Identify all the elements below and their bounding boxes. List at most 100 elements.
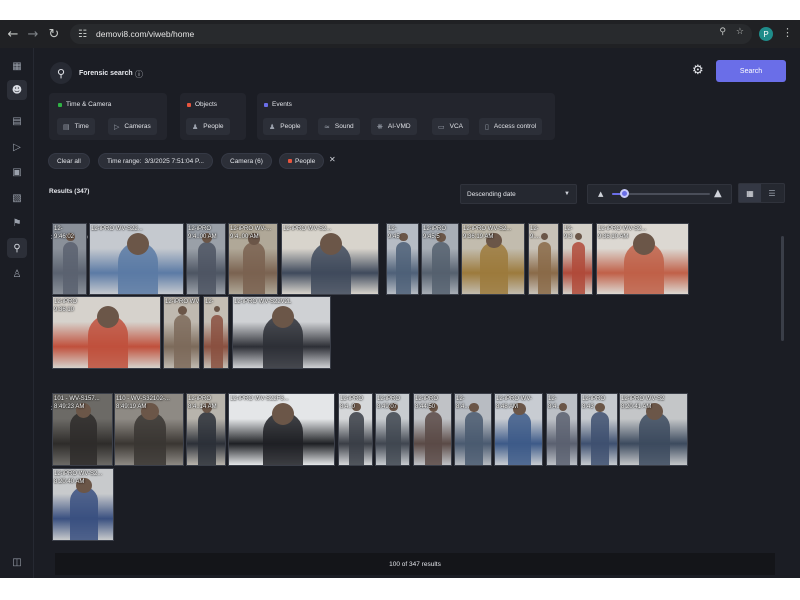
- result-thumbnail[interactable]: 12-iPRO WV-S2... 9:36:19 AM: [461, 223, 525, 295]
- camera-icon[interactable]: ▷: [7, 137, 27, 157]
- map-icon[interactable]: ▧: [7, 188, 27, 208]
- site-settings-icon[interactable]: ☷: [78, 29, 92, 40]
- thumbnail-size-control: ▲ ▲: [587, 184, 732, 204]
- result-thumbnail[interactable]: 12-iPRO WV-... 9:4..00 AM: [228, 223, 278, 295]
- scrollbar[interactable]: [781, 236, 784, 341]
- result-thumbnail[interactable]: 12-iPRO 8:44:50: [413, 393, 452, 466]
- result-thumbnail[interactable]: 12-iPRO WV-S2...: [281, 223, 379, 295]
- people-pill[interactable]: People: [279, 153, 325, 169]
- thumbnail-label: 12-iPRO 8:4..0: [340, 396, 364, 410]
- results-footer: 100 of 347 results: [55, 553, 775, 575]
- people-icon: ♟: [192, 122, 199, 131]
- person-figure: [508, 412, 531, 465]
- person-head: [574, 232, 583, 241]
- result-thumbnail[interactable]: 12- 9:46:02: [52, 223, 87, 295]
- person-figure: [62, 242, 79, 294]
- result-thumbnail[interactable]: 12- 8:4...: [454, 393, 492, 466]
- result-thumbnail[interactable]: 12-iPRO 9:45:5: [421, 223, 459, 295]
- person-figure: [198, 412, 216, 465]
- person-figure: [70, 487, 98, 540]
- person-head: [177, 305, 188, 315]
- thumbnail-label: 12-iPRO 8:44:50: [415, 396, 439, 410]
- result-thumbnail[interactable]: 12-iPRO WV- 8:48 AM: [494, 393, 543, 466]
- person-head: [96, 305, 119, 328]
- result-thumbnail[interactable]: 12-iPRO WV-S22...: [163, 296, 200, 369]
- forensic-search-panel: ⚲ Forensic search ⓘ ⚙ Search Time & Came…: [35, 48, 800, 578]
- walk-icon[interactable]: ♙: [7, 264, 27, 284]
- thumbnail-label: 12-iPRO 9:45:5: [423, 226, 447, 240]
- result-thumbnail[interactable]: 12-iPRO 8:4..0: [338, 393, 373, 466]
- search-icon[interactable]: ⚲: [50, 62, 72, 84]
- close-icon[interactable]: ✕: [329, 155, 336, 164]
- address-bar[interactable]: ☷ demovi8.com/viweb/home ⚲ ☆: [70, 24, 752, 44]
- star-icon[interactable]: ☆: [736, 27, 744, 37]
- search-button[interactable]: Search: [716, 60, 786, 82]
- thumbnail-label: 12-iPRO WV-S2 8:20:41 AM: [621, 396, 665, 410]
- info-icon[interactable]: ⓘ: [135, 69, 143, 80]
- camera-icon: ▷: [114, 122, 120, 131]
- reload-icon[interactable]: ↻: [43, 23, 65, 45]
- result-thumbnail[interactable]: 12-iPRO WV-S22...: [89, 223, 184, 295]
- person-figure: [571, 242, 586, 294]
- time-chip[interactable]: ▤ Time: [57, 118, 95, 135]
- result-thumbnail[interactable]: 12-iPRO 8:43: [580, 393, 618, 466]
- result-thumbnail[interactable]: 12-iPRO 9:4..00 AM: [186, 223, 226, 295]
- result-thumbnail[interactable]: 12-: [203, 296, 229, 369]
- list-view-icon[interactable]: ☰: [761, 184, 783, 202]
- result-thumbnail[interactable]: 12-iPRO 9:36:10: [52, 296, 161, 369]
- result-thumbnail[interactable]: 12-iPRO WV-S2... 8:20:40 AM: [52, 468, 114, 541]
- access-control-chip[interactable]: ▯ Access control: [479, 118, 543, 135]
- result-thumbnail[interactable]: 12-iPRO WV-S2... 9:36:10 AM: [596, 223, 689, 295]
- result-thumbnail[interactable]: 12- 8:4..: [546, 393, 578, 466]
- result-thumbnail[interactable]: 12-iPRO WV-S22F3...: [228, 393, 335, 466]
- search-icon[interactable]: ⚲: [7, 238, 27, 258]
- result-thumbnail[interactable]: 12-iPRO WV-S2 8:20:41 AM: [619, 393, 688, 466]
- person-figure: [242, 242, 266, 294]
- apps-grid-icon[interactable]: ▦: [7, 56, 27, 76]
- result-thumbnail[interactable]: 12- 9:3: [562, 223, 593, 295]
- cameras-chip[interactable]: ▷ Cameras: [108, 118, 157, 135]
- arrow-right-icon[interactable]: →: [22, 23, 44, 45]
- browser-menu-icon[interactable]: ⋮: [782, 26, 793, 39]
- app-window: ← → ↻ ☷ demovi8.com/viweb/home ⚲ ☆ P ⋮ ▦…: [0, 20, 800, 578]
- profile-avatar[interactable]: P: [759, 27, 773, 41]
- result-thumbnail[interactable]: 12- 9:45: [386, 223, 419, 295]
- result-thumbnail[interactable]: 101 - WV-S157... 8:49:23 AM: [52, 393, 113, 466]
- key-icon[interactable]: ⚲: [719, 27, 726, 37]
- collapse-panel-icon[interactable]: ◫: [7, 552, 27, 572]
- sound-chip[interactable]: ≈ Sound: [318, 118, 360, 135]
- arrow-left-icon[interactable]: ←: [2, 23, 24, 45]
- person-figure: [638, 412, 671, 465]
- events-people-chip[interactable]: ♟ People: [263, 118, 307, 135]
- gear-icon[interactable]: ⚙: [692, 63, 704, 78]
- person-figure: [424, 412, 443, 465]
- size-slider-handle[interactable]: [620, 189, 629, 198]
- person-figure: [385, 412, 402, 465]
- ai-vmd-chip[interactable]: ❋ AI-VMD: [371, 118, 417, 135]
- clear-all-button[interactable]: Clear all: [48, 153, 90, 169]
- vca-chip[interactable]: ▭ VCA: [432, 118, 469, 135]
- person-icon[interactable]: ☻: [7, 80, 27, 100]
- thumbnail-label: 12- 9:45: [388, 226, 400, 240]
- result-thumbnail[interactable]: 12-iPRO WV-S22V2L: [232, 296, 331, 369]
- result-thumbnail[interactable]: 12-iPRO 8:49:07: [375, 393, 410, 466]
- sort-select[interactable]: Descending date ▼: [460, 184, 577, 204]
- person-head: [271, 305, 294, 328]
- chevron-down-icon: ▼: [564, 191, 570, 197]
- result-thumbnail[interactable]: 12- 9:...: [528, 223, 559, 295]
- inbox-icon[interactable]: ▤: [7, 111, 27, 131]
- thumbnail-label: 12-iPRO WV-S2... 8:20:40 AM: [54, 471, 103, 485]
- camera-pill[interactable]: Camera (6): [221, 153, 272, 169]
- result-thumbnail[interactable]: 110 - WV-S32102-... 8:49:19 AM: [114, 393, 184, 466]
- objects-people-chip[interactable]: ♟ People: [186, 118, 230, 135]
- bookmark-icon[interactable]: ⚑: [7, 213, 27, 233]
- person-figure: [174, 315, 191, 368]
- thumbnail-label: 12-iPRO WV- 8:48 AM: [496, 396, 533, 410]
- time-range-pill[interactable]: Time range: 3/3/2025 7:51:04 P...: [98, 153, 213, 169]
- person-figure: [198, 242, 216, 294]
- time-camera-filter-group: Time & Camera ▤ Time ▷ Cameras: [49, 93, 167, 140]
- result-thumbnail[interactable]: 12-iPRO 8:4..14 AM: [186, 393, 226, 466]
- layout-icon[interactable]: ▣: [7, 162, 27, 182]
- thumbnail-label: 12-iPRO WV-S2... 9:36:10 AM: [598, 226, 647, 240]
- grid-view-icon[interactable]: ▦: [739, 184, 761, 202]
